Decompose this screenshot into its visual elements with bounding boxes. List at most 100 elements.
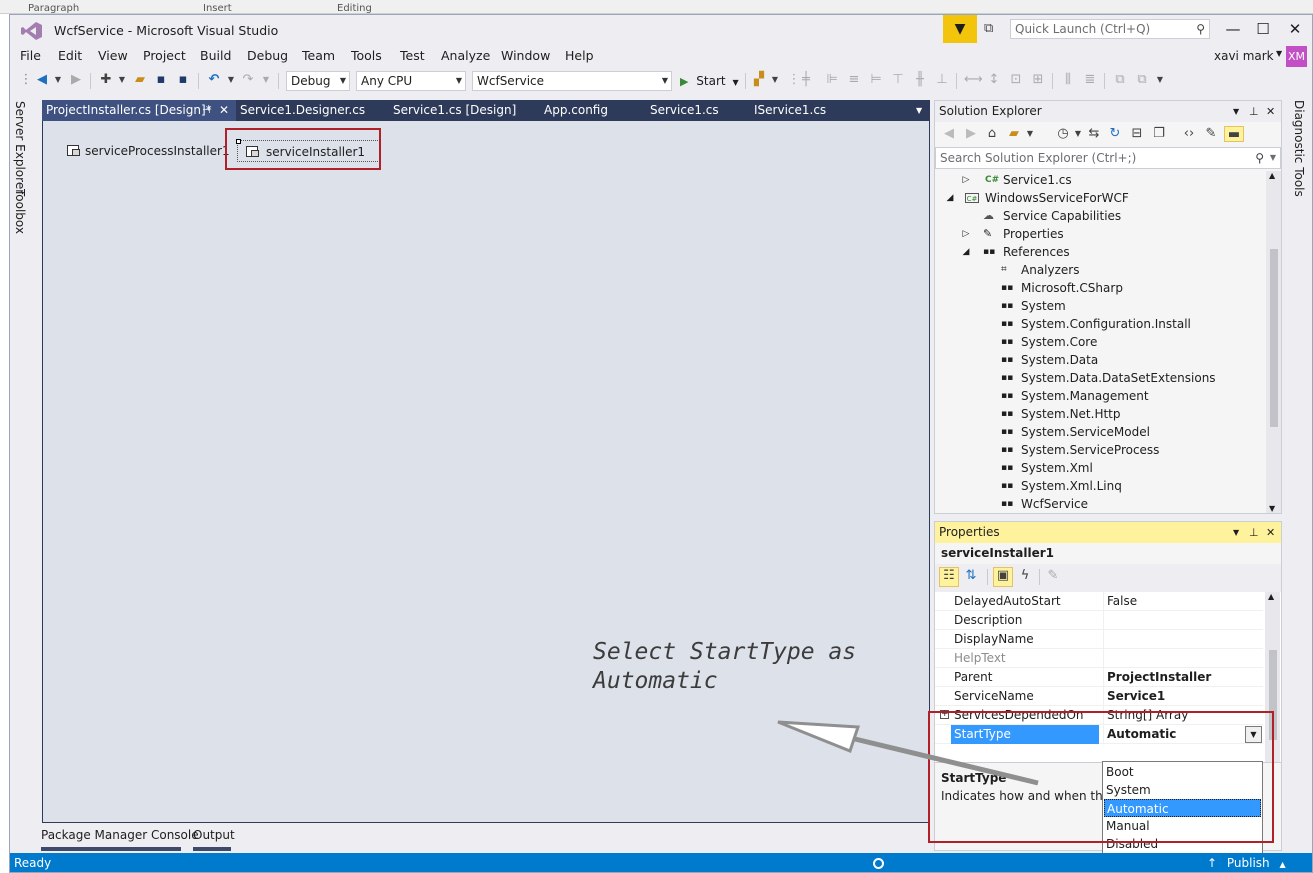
browser-link-dropdown-icon[interactable]: ▼ [767,72,783,88]
menu-analyze[interactable]: Analyze [441,48,490,63]
horizontal-spacing-icon[interactable]: ⫼ [1060,72,1076,88]
refresh-icon[interactable]: ↻ [1107,126,1123,142]
property-row[interactable]: DelayedAutoStart False [935,592,1263,611]
make-same-height-icon[interactable]: ↕ [986,72,1002,88]
align-bottoms-icon[interactable]: ⊥ [934,72,950,88]
menu-debug[interactable]: Debug [247,48,288,63]
categorized-icon[interactable]: ☷ [939,567,959,587]
search-options-chevron-icon[interactable]: ▼ [1270,148,1276,168]
size-to-grid-icon[interactable]: ⊞ [1030,72,1046,88]
switch-views-icon[interactable]: ▰ [1006,126,1022,142]
home-icon[interactable]: ⌂ [984,126,1000,142]
browser-link-icon[interactable]: ▞ [751,72,767,88]
align-middles-icon[interactable]: ╫ [912,72,928,88]
forward-icon[interactable]: ▶ [963,126,979,142]
close-panel-icon[interactable]: ✕ [1266,522,1275,543]
align-rights-icon[interactable]: ⊨ [868,72,884,88]
toolbox-tab[interactable]: Toolbox [13,189,27,234]
property-row[interactable]: HelpText [935,649,1263,668]
new-dropdown-icon[interactable]: ▼ [114,72,130,88]
collapse-arrow-icon[interactable]: ◢ [961,243,971,261]
navigate-back-icon[interactable]: ◀ [34,72,50,88]
properties-view-icon[interactable]: ▣ [993,567,1013,587]
startup-project-select[interactable]: WcfService ▼ [472,71,672,91]
close-tab-icon[interactable]: ✕ [219,100,229,121]
view-code-icon[interactable]: ‹› [1181,126,1197,142]
menu-help[interactable]: Help [565,48,594,63]
switch-views-dropdown-icon[interactable]: ▼ [1022,126,1038,142]
filter-dropdown-icon[interactable]: ▼ [1070,126,1086,142]
feedback-icon[interactable]: ⧉ [984,21,993,36]
property-pages-icon[interactable]: ✎ [1045,568,1061,584]
property-row[interactable]: Parent ProjectInstaller [935,668,1263,687]
menu-project[interactable]: Project [143,48,186,63]
tab-service1-cs[interactable]: Service1.cs [646,100,719,121]
align-tops-icon[interactable]: ⊤ [890,72,906,88]
open-file-icon[interactable]: ▰ [132,72,148,88]
solution-platform-select[interactable]: Any CPU ▼ [356,71,466,91]
pin-icon[interactable]: ⊣ [202,100,211,121]
new-project-icon[interactable]: ✚ [98,72,114,88]
vertical-spacing-icon[interactable]: ≣ [1082,72,1098,88]
notification-filter-icon[interactable]: ▼ [943,15,977,43]
send-to-back-icon[interactable]: ⧉ [1134,72,1150,88]
solution-configuration-select[interactable]: Debug ▼ [286,71,350,91]
property-value[interactable] [1103,649,1263,668]
auto-hide-pin-icon[interactable]: ⊥ [1249,101,1259,122]
quick-launch-input[interactable]: Quick Launch (Ctrl+Q) ⚲ [1010,19,1210,39]
save-icon[interactable]: ▪ [153,72,169,88]
align-lefts-icon[interactable]: ⊫ [824,72,840,88]
save-all-icon[interactable]: ▪ [175,72,191,88]
back-icon[interactable]: ◀ [941,126,957,142]
scroll-up-icon[interactable]: ▲ [1269,171,1275,180]
bring-to-front-icon[interactable]: ⧉ [1112,72,1128,88]
package-manager-console-tab[interactable]: Package Manager Console [41,828,199,851]
property-row[interactable]: Description [935,611,1263,630]
make-same-width-icon[interactable]: ⟷ [964,72,983,88]
menu-file[interactable]: File [20,48,41,63]
expand-arrow-icon[interactable]: ▷ [961,225,971,243]
back-dropdown-icon[interactable]: ▼ [50,72,66,88]
server-explorer-tab[interactable]: Server Explorer [13,101,27,194]
menu-tools[interactable]: Tools [351,48,382,63]
tab-projectinstaller-design[interactable]: ProjectInstaller.cs [Design]* ⊣ ✕ [42,100,236,121]
scroll-thumb[interactable] [1270,249,1278,427]
pending-changes-filter-icon[interactable]: ◷ [1055,126,1071,142]
start-debugging-button[interactable]: ▶ Start ▼ [680,72,739,90]
undo-dropdown-icon[interactable]: ▼ [223,72,239,88]
properties-wrench-icon[interactable]: ✎ [1203,126,1219,142]
minimize-button[interactable]: — [1216,15,1250,43]
property-value[interactable]: False [1103,592,1263,611]
solution-explorer-scrollbar[interactable]: ▲ ▼ [1266,171,1281,513]
show-all-files-icon[interactable]: ❐ [1151,126,1167,142]
preview-selected-items-icon[interactable]: ▬ [1224,126,1244,142]
make-same-size-icon[interactable]: ⊡ [1008,72,1024,88]
service-process-installer-component[interactable]: serviceProcessInstaller1 [65,140,230,162]
undo-icon[interactable]: ↶ [206,72,222,88]
align-centers-icon[interactable]: ≡ [846,72,862,88]
collapse-all-icon[interactable]: ⊟ [1129,126,1145,142]
property-value[interactable] [1103,630,1263,649]
menu-test[interactable]: Test [400,48,425,63]
expand-arrow-icon[interactable]: ▷ [961,171,971,189]
property-row[interactable]: ServiceName Service1 [935,687,1263,706]
avatar[interactable]: XM [1286,46,1307,67]
notification-icon[interactable] [873,858,884,869]
menu-window[interactable]: Window [501,48,550,63]
property-value[interactable]: Service1 [1103,687,1263,706]
tab-service1-design[interactable]: Service1.cs [Design] [389,100,516,121]
tab-overflow-chevron-icon[interactable]: ▼ [912,100,922,121]
alphabetical-icon[interactable]: ⇅ [963,568,979,584]
close-button[interactable]: ✕ [1278,15,1312,43]
window-position-chevron-icon[interactable]: ▼ [1233,522,1239,543]
menu-view[interactable]: View [98,48,128,63]
scroll-up-icon[interactable]: ▲ [1268,592,1274,601]
menu-build[interactable]: Build [200,48,231,63]
align-to-grid-icon[interactable]: ╪ [798,72,814,88]
sync-with-document-icon[interactable]: ⇆ [1086,126,1102,142]
user-name[interactable]: xavi mark [1214,49,1274,63]
output-tab[interactable]: Output [193,828,235,851]
window-position-chevron-icon[interactable]: ▼ [1233,101,1239,122]
property-value[interactable]: ProjectInstaller [1103,668,1263,687]
diagnostic-tools-tab[interactable]: Diagnostic Tools [1292,100,1306,197]
